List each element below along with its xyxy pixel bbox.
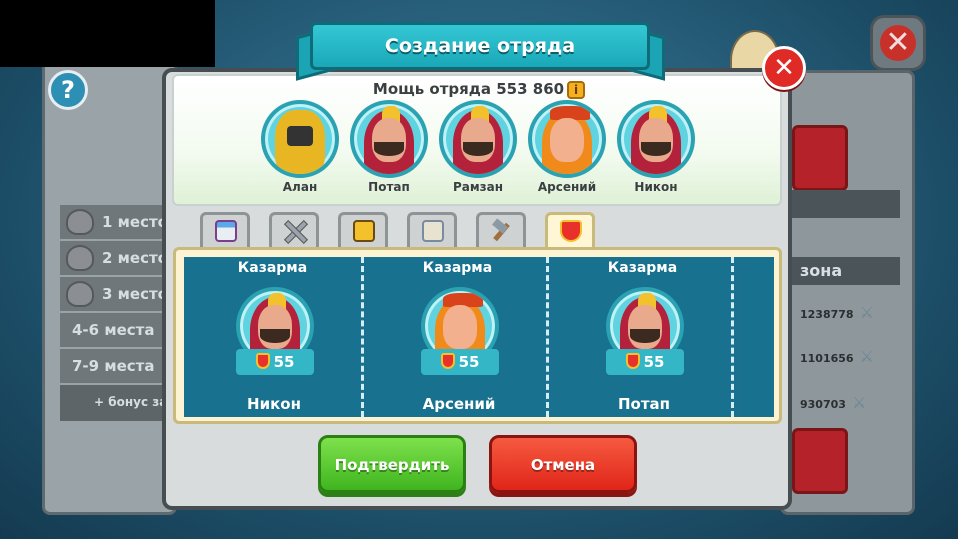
rank-label: 4-6 места: [72, 321, 155, 339]
castle-icon: [215, 220, 237, 242]
tab-book[interactable]: [338, 212, 388, 248]
score-value: 1238778: [800, 308, 854, 321]
unit-level-badge: 55: [606, 349, 684, 375]
unit-level: 55: [643, 353, 665, 371]
tab-shield[interactable]: [545, 212, 595, 250]
rank-label: 7-9 места: [72, 357, 155, 375]
unit-name: Никон: [247, 395, 301, 413]
hero-name: Никон: [634, 180, 678, 194]
squad-hero[interactable]: Арсений: [528, 100, 606, 194]
redacted-area: [0, 0, 215, 67]
units-panel: Казарма 55 Никон Казарма 55 Арсений Каза…: [173, 247, 782, 424]
unit-name: Арсений: [422, 395, 496, 413]
book-icon: [353, 220, 375, 242]
cancel-button[interactable]: Отмена: [489, 435, 637, 493]
help-icon: ?: [48, 70, 88, 110]
trophy-icon: [66, 209, 94, 235]
squad-power-label: Мощь отряда 553 860: [372, 80, 565, 98]
unit-card[interactable]: Казарма 55 Потап: [554, 257, 734, 417]
squad-hero[interactable]: Рамзан: [439, 100, 517, 194]
background-close-button: ✕: [870, 15, 926, 71]
close-icon: ✕: [880, 25, 916, 61]
rank-label: + бонус за: [94, 395, 168, 409]
hooded-bandit-portrait-icon: [617, 100, 695, 178]
unit-level: 55: [273, 353, 295, 371]
unit-type: Казарма: [607, 260, 678, 276]
unit-level-badge: 55: [236, 349, 314, 375]
score-value: 930703: [800, 398, 846, 411]
rank-label: 1 место: [102, 213, 168, 231]
hero-name: Потап: [368, 180, 410, 194]
shield-icon: [625, 353, 640, 369]
close-icon: ✕: [773, 53, 795, 83]
score-value: 1101656: [800, 352, 854, 365]
tab-castle[interactable]: [200, 212, 250, 248]
unit-type: Казарма: [422, 260, 493, 276]
rank-label: 2 место: [102, 249, 168, 267]
dialog-title: Создание отряда: [310, 22, 650, 70]
units-list[interactable]: Казарма 55 Никон Казарма 55 Арсений Каза…: [184, 257, 774, 417]
unit-card[interactable]: Казарма 55 Никон: [184, 257, 364, 417]
swords-icon: ⚔: [859, 347, 874, 366]
hero-name: Рамзан: [452, 180, 504, 194]
shield-icon: [560, 220, 582, 242]
swords-icon: ⚔: [851, 393, 867, 412]
background-zone-bar: зона: [790, 257, 900, 285]
knight-portrait-icon: [261, 100, 339, 178]
unit-name: Потап: [617, 395, 671, 413]
category-tabs: [200, 212, 595, 250]
background-red-button: [792, 428, 848, 494]
background-bar: [790, 190, 900, 218]
map-icon: [422, 220, 444, 242]
squad-hero[interactable]: Никон: [617, 100, 695, 194]
tab-hammer[interactable]: [476, 212, 526, 248]
hero-name: Алан: [282, 180, 318, 194]
shield-icon: [440, 353, 455, 369]
tab-swords[interactable]: [269, 212, 319, 248]
king-portrait-icon: [528, 100, 606, 178]
hero-name: Арсений: [537, 180, 597, 194]
trophy-icon: [66, 245, 94, 271]
background-score: 1238778 ⚔: [800, 303, 900, 322]
close-button[interactable]: ✕: [762, 46, 806, 90]
hooded-bandit-portrait-icon: [350, 100, 428, 178]
squad-panel: Мощь отряда 553 860 i Алан Потап Рамзан А…: [172, 74, 782, 206]
squad-hero-row: Алан Потап Рамзан Арсений Никон: [261, 100, 695, 194]
hooded-bandit-portrait-icon: [439, 100, 517, 178]
unit-type: Казарма: [237, 260, 308, 276]
confirm-button[interactable]: Подтвердить: [318, 435, 466, 493]
squad-power: Мощь отряда 553 860 i: [174, 78, 784, 100]
swords-icon: ⚔: [859, 303, 874, 322]
unit-level-badge: 55: [421, 349, 499, 375]
info-icon[interactable]: i: [567, 80, 586, 99]
swords-icon: [284, 220, 306, 242]
background-score: 1101656 ⚔: [800, 347, 900, 366]
background-score: 930703 ⚔: [800, 393, 900, 412]
unit-card[interactable]: Казарма 55 Арсений: [369, 257, 549, 417]
rank-label: 3 место: [102, 285, 168, 303]
background-red-button: [792, 125, 848, 191]
unit-level: 55: [458, 353, 480, 371]
shield-icon: [255, 353, 270, 369]
unit-card-partial[interactable]: [739, 257, 774, 417]
tab-map[interactable]: [407, 212, 457, 248]
hammer-icon: [491, 220, 513, 242]
trophy-icon: [66, 281, 94, 307]
squad-hero[interactable]: Алан: [261, 100, 339, 194]
squad-hero[interactable]: Потап: [350, 100, 428, 194]
